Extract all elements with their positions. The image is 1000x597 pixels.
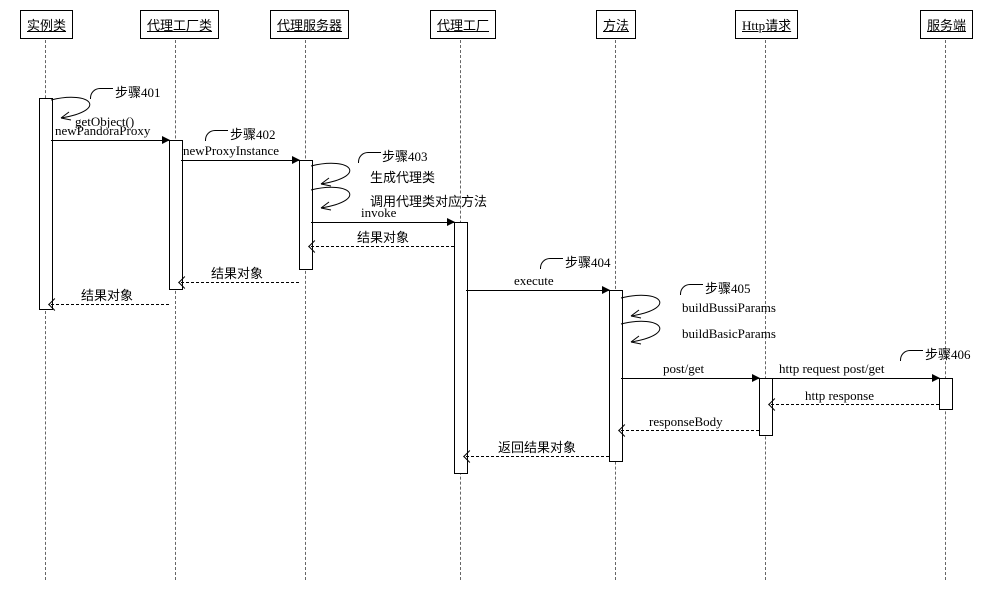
msg-label: newPandoraProxy	[55, 123, 150, 139]
sequence-diagram: 实例类 代理工厂类 代理服务器 代理工厂 方法 Http请求 服务端 步骤401…	[0, 0, 1000, 597]
activation	[939, 378, 953, 410]
participant-proxy-server: 代理服务器	[270, 10, 349, 39]
participant-http-request: Http请求	[735, 10, 798, 39]
arrow-icon	[292, 156, 300, 164]
arrow-icon	[752, 374, 760, 382]
leader-line	[680, 284, 703, 295]
msg-http-request: http request post/get	[771, 378, 939, 379]
msg-post-get: post/get	[621, 378, 759, 379]
msg-label: execute	[514, 273, 554, 289]
participant-instance-class: 实例类	[20, 10, 73, 39]
participant-label: 方法	[603, 18, 629, 33]
activation	[169, 140, 183, 290]
participant-label: 代理工厂类	[147, 18, 212, 33]
leader-line	[540, 258, 563, 269]
msg-new-proxy-instance: newProxyInstance	[181, 160, 299, 161]
participant-server: 服务端	[920, 10, 973, 39]
msg-label: 返回结果对象	[498, 437, 576, 456]
activation	[39, 98, 53, 310]
msg-label: 生成代理类	[370, 167, 435, 186]
msg-label: 结果对象	[81, 285, 133, 304]
participant-label: 服务端	[927, 18, 966, 33]
msg-label: invoke	[361, 205, 396, 221]
arrow-icon	[162, 136, 170, 144]
participant-label: 代理工厂	[437, 18, 489, 33]
arrow-icon	[932, 374, 940, 382]
lifeline	[305, 40, 306, 580]
msg-label: http request post/get	[779, 361, 884, 377]
arrow-icon	[602, 286, 610, 294]
participant-method: 方法	[596, 10, 636, 39]
step-label: 步骤402	[230, 124, 276, 143]
lifeline	[945, 40, 946, 580]
msg-invoke: invoke	[311, 222, 454, 223]
participant-label: Http请求	[742, 18, 791, 33]
activation	[454, 222, 468, 474]
leader-line	[90, 88, 113, 99]
step-label: 步骤404	[565, 252, 611, 271]
msg-label: 结果对象	[211, 263, 263, 282]
participant-label: 代理服务器	[277, 18, 342, 33]
msg-label: newProxyInstance	[183, 143, 279, 159]
arrow-icon	[447, 218, 455, 226]
msg-label: http response	[805, 388, 874, 404]
msg-label: post/get	[663, 361, 704, 377]
msg-execute: execute	[466, 290, 609, 291]
step-label: 步骤401	[115, 82, 161, 101]
msg-return-result-obj: 返回结果对象	[466, 456, 609, 458]
leader-line	[900, 350, 923, 361]
msg-return-result-3: 结果对象	[51, 304, 169, 306]
msg-http-response: http response	[771, 404, 939, 406]
msg-return-result-1: 结果对象	[311, 246, 454, 248]
msg-label: 结果对象	[357, 227, 409, 246]
msg-return-result-2: 结果对象	[181, 282, 299, 284]
step-label: 步骤406	[925, 344, 971, 363]
participant-proxy-factory: 代理工厂	[430, 10, 496, 39]
participant-label: 实例类	[27, 18, 66, 33]
step-label: 步骤405	[705, 278, 751, 297]
msg-label: buildBasicParams	[682, 326, 776, 342]
msg-response-body: responseBody	[621, 430, 759, 432]
self-call-basic	[621, 320, 681, 350]
leader-line	[205, 130, 228, 141]
step-label: 步骤403	[382, 146, 428, 165]
msg-label: responseBody	[649, 414, 723, 430]
participant-proxy-factory-class: 代理工厂类	[140, 10, 219, 39]
lifeline	[175, 40, 176, 580]
msg-new-pandora-proxy: newPandoraProxy	[51, 140, 169, 141]
msg-label: buildBussiParams	[682, 300, 776, 316]
